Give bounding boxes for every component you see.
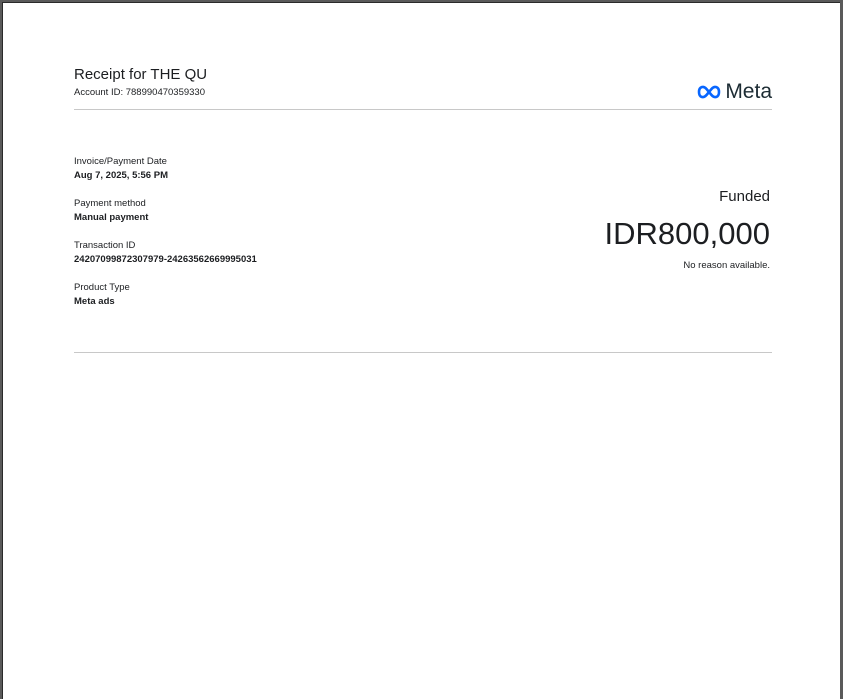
product-type-label: Product Type (74, 282, 130, 293)
product-type-value: Meta ads (74, 296, 115, 307)
payment-amount: IDR800,000 (604, 216, 770, 251)
transaction-id-value: 24207099872307979-24263562669995031 (74, 254, 257, 265)
payment-date-value: Aug 7, 2025, 5:56 PM (74, 170, 168, 181)
meta-logo-text: Meta (725, 80, 772, 103)
meta-infinity-icon (696, 84, 722, 100)
payment-method-value: Manual payment (74, 212, 149, 223)
field-payment-method: Payment method Manual payment (74, 198, 257, 224)
footer-divider (74, 352, 772, 353)
receipt-title: Receipt for THE QU (74, 66, 208, 83)
field-payment-date: Invoice/Payment Date Aug 7, 2025, 5:56 P… (74, 156, 257, 182)
payment-summary: Funded IDR800,000 No reason available. (605, 188, 770, 272)
status-reason: No reason available. (683, 260, 770, 271)
meta-logo: Meta (696, 81, 772, 103)
field-transaction-id: Transaction ID 24207099872307979-2426356… (74, 240, 257, 266)
status-badge: Funded (719, 188, 770, 205)
receipt-page: Receipt for THE QU Account ID: 788990470… (2, 2, 840, 699)
account-id: Account ID: 788990470359330 (74, 87, 205, 98)
field-product-type: Product Type Meta ads (74, 282, 257, 308)
receipt-header: Receipt for THE QU Account ID: 788990470… (74, 66, 772, 103)
payment-date-label: Invoice/Payment Date (74, 156, 167, 167)
header-divider (74, 109, 772, 110)
transaction-id-label: Transaction ID (74, 240, 136, 251)
payment-details: Invoice/Payment Date Aug 7, 2025, 5:56 P… (74, 156, 257, 324)
payment-method-label: Payment method (74, 198, 146, 209)
